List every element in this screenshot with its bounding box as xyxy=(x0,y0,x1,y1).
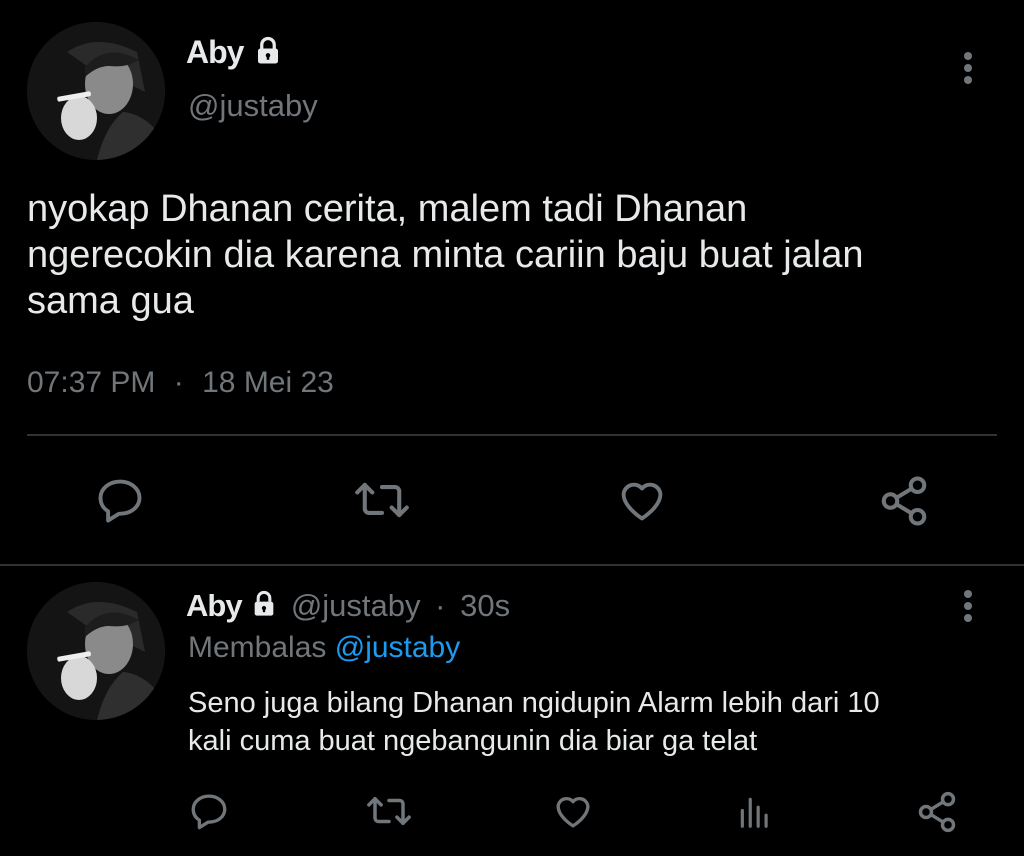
author-handle[interactable]: @justaby xyxy=(291,588,421,623)
more-options-button[interactable] xyxy=(958,50,978,86)
retweet-icon xyxy=(367,797,411,825)
share-icon xyxy=(881,476,927,526)
more-vertical-icon xyxy=(964,52,972,84)
author-handle[interactable]: @justaby xyxy=(188,88,318,124)
reply-button[interactable] xyxy=(94,474,146,526)
lock-icon xyxy=(253,36,283,74)
tweet-text-line: nyokap Dhanan cerita, malem tadi Dhanan xyxy=(27,188,748,230)
avatar[interactable] xyxy=(27,582,165,720)
reply-header: Aby @justaby · 30s xyxy=(186,588,510,626)
tweet-timestamp[interactable]: 07:37 PM · 18 Mei 23 xyxy=(27,366,334,400)
avatar-photo xyxy=(27,582,165,720)
share-icon xyxy=(918,791,956,833)
share-button[interactable] xyxy=(915,790,959,834)
replying-to: Membalas @justaby xyxy=(188,631,460,665)
tweet-text-line: sama gua xyxy=(27,280,194,322)
tweet-text-line: Seno juga bilang Dhanan ngidupin Alarm l… xyxy=(188,687,880,719)
reply-icon xyxy=(98,479,142,523)
timestamp-separator: · xyxy=(173,366,184,399)
retweet-icon xyxy=(355,482,409,518)
header-separator: · xyxy=(435,588,446,623)
like-button[interactable] xyxy=(551,790,595,832)
reply-button[interactable] xyxy=(188,790,230,832)
author-name-text: Aby xyxy=(186,34,244,70)
avatar-photo xyxy=(27,22,165,160)
divider xyxy=(27,434,997,436)
share-button[interactable] xyxy=(877,474,931,528)
tweet-text: Seno juga bilang Dhanan ngidupin Alarm l… xyxy=(188,684,880,760)
avatar[interactable] xyxy=(27,22,165,160)
author-name-text[interactable]: Aby xyxy=(186,588,243,623)
retweet-button[interactable] xyxy=(366,790,412,832)
tweet-time: 07:37 PM xyxy=(27,366,156,399)
more-vertical-icon xyxy=(964,590,972,622)
like-button[interactable] xyxy=(615,474,669,526)
author-name[interactable]: Aby xyxy=(186,34,283,74)
heart-icon xyxy=(621,482,663,521)
tweet-text-line: kali cuma buat ngebangunin dia biar ga t… xyxy=(188,725,758,757)
replying-to-link[interactable]: @justaby xyxy=(335,631,461,664)
tweet-date: 18 Mei 23 xyxy=(202,366,334,399)
more-options-button[interactable] xyxy=(958,588,978,624)
replying-label: Membalas xyxy=(188,631,327,664)
views-icon xyxy=(740,797,768,828)
lock-icon xyxy=(250,590,278,626)
reply-age[interactable]: 30s xyxy=(460,588,510,623)
heart-icon xyxy=(556,797,590,828)
tweet-text: nyokap Dhanan cerita, malem tadi Dhanan … xyxy=(27,186,864,324)
views-button[interactable] xyxy=(736,792,774,832)
divider xyxy=(0,564,1024,566)
retweet-button[interactable] xyxy=(354,474,410,526)
reply-icon xyxy=(191,794,227,830)
tweet-text-line: ngerecokin dia karena minta cariin baju … xyxy=(27,234,864,276)
